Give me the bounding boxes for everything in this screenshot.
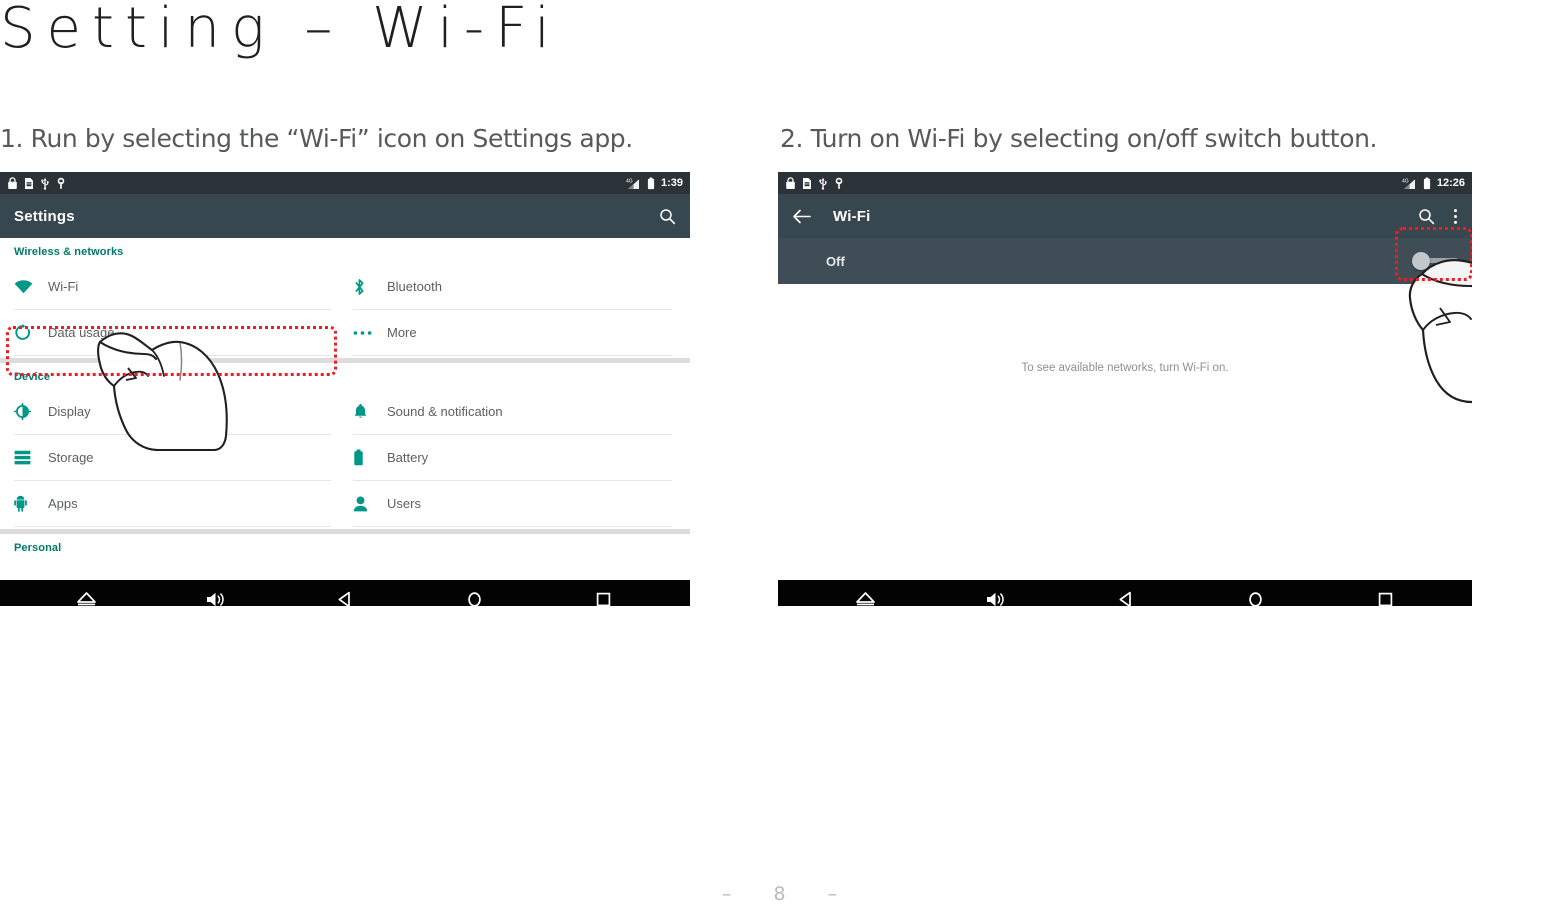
page-title: Setting – Wi-Fi bbox=[0, 0, 561, 61]
sim-card-icon bbox=[25, 177, 33, 189]
wifi-app-bar: Wi-Fi bbox=[778, 194, 1472, 238]
back-icon[interactable] bbox=[1102, 580, 1148, 606]
settings-status-bar: 4G 1:39 bbox=[0, 172, 690, 194]
section-header-device: Device bbox=[14, 371, 51, 383]
settings-screenshot: 4G 1:39 Settings Wireless & networks Wi-… bbox=[0, 172, 690, 606]
section-header-personal: Personal bbox=[14, 542, 62, 554]
settings-row-battery[interactable]: Battery bbox=[353, 435, 672, 481]
home-icon[interactable] bbox=[1232, 580, 1278, 606]
wifi-app-bar-title: Wi-Fi bbox=[833, 207, 871, 225]
status-clock: 1:39 bbox=[660, 176, 683, 189]
settings-row-label: Display bbox=[48, 404, 91, 419]
settings-app-bar: Settings bbox=[0, 194, 690, 238]
recents-icon[interactable] bbox=[580, 580, 626, 606]
settings-row-users[interactable]: Users bbox=[353, 481, 672, 527]
settings-row-label: Battery bbox=[387, 450, 429, 465]
svg-text:4G: 4G bbox=[1402, 178, 1409, 184]
settings-row-sound-notification[interactable]: Sound & notification bbox=[353, 389, 672, 435]
wifi-app-bar-actions bbox=[1418, 208, 1458, 225]
status-clock: 12:26 bbox=[1436, 176, 1465, 189]
overflow-menu-icon[interactable] bbox=[1453, 208, 1458, 225]
usb-icon bbox=[819, 177, 827, 190]
search-icon[interactable] bbox=[659, 208, 676, 225]
eject-icon[interactable] bbox=[64, 580, 110, 606]
settings-row-storage[interactable]: Storage bbox=[14, 435, 331, 481]
settings-row-label: More bbox=[387, 325, 417, 340]
settings-row-label: Apps bbox=[48, 496, 78, 511]
status-left-icons bbox=[785, 176, 844, 190]
settings-row-display[interactable]: Display bbox=[14, 389, 331, 435]
settings-navigation-bar bbox=[0, 580, 690, 606]
section-device-grid: Display Storage Apps Sound & notificatio… bbox=[0, 389, 690, 527]
wifi-toggle-label: Off bbox=[826, 253, 845, 269]
settings-app-bar-title: Settings bbox=[14, 207, 75, 225]
settings-app-bar-actions bbox=[659, 208, 676, 225]
page-number: – 8 – bbox=[721, 883, 856, 905]
settings-row-label: Bluetooth bbox=[387, 279, 442, 294]
wifi-screenshot: 4G 12:26 Wi-Fi Off To see available netw… bbox=[778, 172, 1472, 606]
settings-row-data-usage[interactable]: Data usage bbox=[14, 310, 331, 356]
eject-icon[interactable] bbox=[842, 580, 888, 606]
data-usage-icon bbox=[14, 324, 48, 341]
settings-row-label: Users bbox=[387, 496, 421, 511]
lock-icon bbox=[8, 176, 17, 189]
search-icon[interactable] bbox=[1418, 208, 1435, 225]
settings-row-apps[interactable]: Apps bbox=[14, 481, 331, 527]
settings-list: Wireless & networks Wi-Fi Data usage Blu… bbox=[0, 238, 690, 580]
signal-4g-icon: 4G bbox=[626, 178, 639, 189]
bluetooth-icon bbox=[353, 278, 387, 296]
battery-icon bbox=[1423, 177, 1430, 189]
battery-icon bbox=[647, 177, 655, 189]
volume-icon[interactable] bbox=[193, 580, 239, 606]
back-arrow-icon[interactable] bbox=[792, 209, 811, 224]
section-wireless-grid: Wi-Fi Data usage Bluetooth More bbox=[0, 264, 690, 356]
person-icon bbox=[353, 496, 387, 512]
settings-row-bluetooth[interactable]: Bluetooth bbox=[353, 264, 672, 310]
apps-android-icon bbox=[14, 495, 48, 512]
wifi-icon bbox=[14, 279, 48, 294]
display-icon bbox=[14, 403, 48, 420]
back-icon[interactable] bbox=[322, 580, 368, 606]
settings-row-wifi[interactable]: Wi-Fi bbox=[14, 264, 331, 310]
section-header-wireless: Wireless & networks bbox=[14, 246, 124, 258]
settings-row-more[interactable]: More bbox=[353, 310, 672, 356]
lock-icon bbox=[786, 176, 795, 189]
device-left-column: Display Storage Apps bbox=[0, 389, 345, 527]
home-icon[interactable] bbox=[451, 580, 497, 606]
usb-icon bbox=[41, 177, 49, 190]
switch-thumb[interactable] bbox=[1412, 252, 1430, 270]
settings-row-label: Storage bbox=[48, 450, 94, 465]
step-1-caption: 1. Run by selecting the “Wi-Fi” icon on … bbox=[0, 124, 633, 153]
wifi-network-list: To see available networks, turn Wi-Fi on… bbox=[778, 284, 1472, 580]
status-left-icons bbox=[7, 176, 66, 190]
recents-icon[interactable] bbox=[1362, 580, 1408, 606]
storage-icon bbox=[14, 450, 48, 465]
step-2-caption: 2. Turn on Wi-Fi by selecting on/off swi… bbox=[780, 124, 1378, 153]
sim-card-icon bbox=[803, 177, 811, 189]
wifi-onoff-switch[interactable] bbox=[1412, 252, 1458, 270]
headset-icon bbox=[835, 177, 843, 189]
device-right-column: Sound & notification Battery Users bbox=[345, 389, 690, 527]
wifi-status-bar: 4G 12:26 bbox=[778, 172, 1472, 194]
wireless-right-column: Bluetooth More bbox=[345, 264, 690, 356]
wifi-navigation-bar bbox=[778, 580, 1472, 606]
settings-row-label: Data usage bbox=[48, 325, 115, 340]
settings-row-label: Wi-Fi bbox=[48, 279, 79, 294]
wifi-empty-message: To see available networks, turn Wi-Fi on… bbox=[1021, 362, 1229, 374]
status-right-icons: 4G 12:26 bbox=[1402, 177, 1465, 190]
volume-icon[interactable] bbox=[972, 580, 1018, 606]
battery-icon bbox=[353, 449, 387, 466]
status-right-icons: 4G 1:39 bbox=[626, 177, 683, 190]
settings-row-label: Sound & notification bbox=[387, 404, 503, 419]
svg-text:4G: 4G bbox=[626, 178, 633, 184]
bell-icon bbox=[353, 403, 387, 420]
signal-4g-icon: 4G bbox=[1402, 178, 1415, 189]
headset-icon bbox=[57, 177, 65, 189]
wireless-left-column: Wi-Fi Data usage bbox=[0, 264, 345, 356]
wifi-toggle-row: Off bbox=[778, 238, 1472, 284]
more-dots-icon bbox=[353, 330, 387, 336]
